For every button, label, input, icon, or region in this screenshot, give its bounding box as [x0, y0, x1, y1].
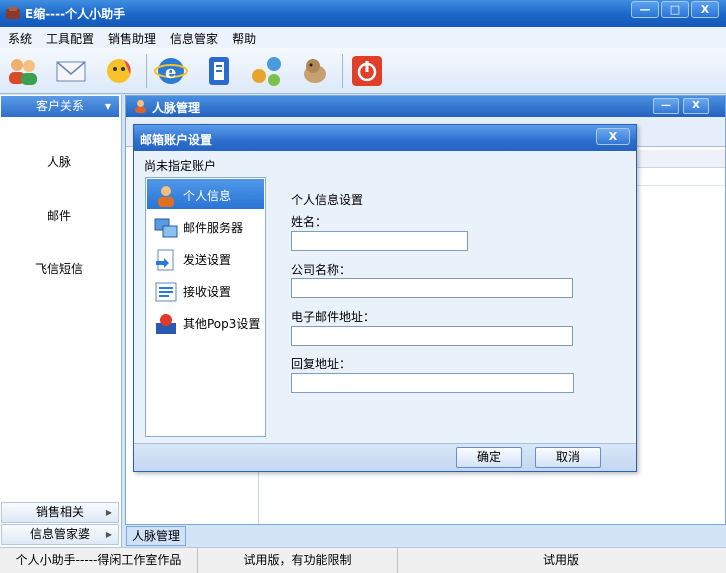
mdi-minimize-button[interactable]: — [653, 98, 679, 114]
nav-receive-settings[interactable]: 接收设置 [147, 275, 264, 305]
email-label: 电子邮件地址： [291, 310, 376, 324]
dialog-footer: 确定 取消 [134, 443, 636, 471]
dialog-titlebar: 邮箱账户设置 X [134, 125, 636, 151]
toolbar-separator [146, 54, 147, 88]
status-credit: 个人小助手-----得闲工作室作品 [0, 548, 198, 573]
email-field[interactable] [291, 326, 573, 346]
chevron-right-icon: ▶ [105, 508, 112, 517]
nav-mail-server-label: 邮件服务器 [183, 221, 244, 235]
company-field[interactable] [291, 278, 573, 298]
nav-item-fetion-sms[interactable]: 飞信短信 [0, 260, 118, 277]
chevron-down-icon: ▼ [104, 102, 111, 111]
close-button[interactable]: X [691, 1, 719, 18]
tab-contacts-management[interactable]: 人脉管理 [126, 526, 187, 546]
mail-icon[interactable] [54, 54, 88, 88]
cancel-button[interactable]: 取消 [535, 447, 601, 468]
chevron-right-icon: ▶ [105, 530, 112, 539]
nav-receive-settings-label: 接收设置 [183, 285, 232, 299]
mail-server-icon [154, 218, 178, 238]
contacts-window-title: 人脉管理 [152, 101, 201, 115]
section-info-manager-label: 信息管家婆 [29, 527, 90, 541]
maximize-button[interactable]: □ [661, 1, 689, 18]
power-icon[interactable] [350, 54, 384, 88]
user-info-icon [158, 186, 174, 207]
nav-send-settings-label: 发送设置 [183, 253, 232, 267]
name-field[interactable] [291, 231, 468, 251]
receive-settings-icon [155, 282, 177, 302]
customer-relations-label: 客户关系 [35, 99, 84, 113]
app-logo-icon [6, 7, 20, 19]
main-toolbar: e [0, 48, 726, 94]
minimize-button[interactable]: — [631, 1, 659, 18]
menu-sales-assistant[interactable]: 销售助理 [100, 27, 162, 47]
svg-text:e: e [165, 62, 176, 83]
mail-account-settings-dialog: 邮箱账户设置 X 尚未指定账户 个人信息 邮件服务器 发送设置 接收设置 其他P… [133, 124, 637, 472]
nav-other-pop3-settings-label: 其他Pop3设置 [183, 317, 261, 331]
dialog-close-button[interactable]: X [596, 128, 630, 145]
personal-info-heading: 个人信息设置 [291, 193, 364, 207]
browser-icon[interactable]: e [154, 54, 188, 88]
menu-system[interactable]: 系统 [0, 27, 38, 47]
ok-button[interactable]: 确定 [456, 447, 522, 468]
nav-personal-info[interactable]: 个人信息 [147, 179, 264, 209]
status-trial-notice: 试用版，有功能限制 [198, 548, 398, 573]
left-navigation-panel: 客户关系 ▼ 人脉 邮件 飞信短信 销售相关 ▶ 信息管家婆 ▶ [0, 95, 122, 547]
menu-help[interactable]: 帮助 [224, 27, 262, 47]
status-bar: 个人小助手-----得闲工作室作品 试用版，有功能限制 试用版 [0, 547, 726, 573]
contacts-window-titlebar: 人脉管理 — X [126, 96, 725, 117]
section-sales[interactable]: 销售相关 ▶ [1, 502, 119, 523]
chat-icon[interactable] [102, 54, 136, 88]
contact-icon [135, 100, 146, 113]
app-title: E缩----个人小助手 [25, 7, 126, 21]
nav-other-pop3-settings[interactable]: 其他Pop3设置 [147, 307, 264, 337]
dialog-title: 邮箱账户设置 [140, 133, 213, 147]
company-label: 公司名称： [291, 263, 352, 277]
pet-icon[interactable] [298, 54, 332, 88]
account-status-text: 尚未指定账户 [144, 159, 217, 173]
reply-address-label: 回复地址： [291, 357, 352, 371]
nav-mail-server[interactable]: 邮件服务器 [147, 211, 264, 241]
app-titlebar: E缩----个人小助手 — □ X [0, 0, 726, 27]
send-settings-icon [156, 249, 174, 271]
status-edition: 试用版 [542, 553, 579, 567]
menu-tools-config[interactable]: 工具配置 [38, 27, 100, 47]
reply-address-field[interactable] [291, 373, 574, 393]
nav-item-mail[interactable]: 邮件 [0, 207, 118, 224]
toolbar-separator [342, 54, 343, 88]
notes-icon[interactable] [202, 54, 236, 88]
settings-nav-list: 个人信息 邮件服务器 发送设置 接收设置 其他Pop3设置 [145, 177, 266, 437]
customer-relations-header[interactable]: 客户关系 ▼ [1, 96, 119, 117]
mdi-close-button[interactable]: X [683, 98, 709, 114]
section-info-manager[interactable]: 信息管家婆 ▶ [1, 524, 119, 545]
network-icon[interactable] [250, 54, 284, 88]
name-label: 姓名： [291, 215, 328, 229]
menu-bar: 系统 工具配置 销售助理 信息管家 帮助 [0, 27, 726, 48]
contacts-icon[interactable] [6, 54, 40, 88]
pop3-settings-icon [156, 314, 176, 334]
nav-send-settings[interactable]: 发送设置 [147, 243, 264, 273]
nav-personal-info-label: 个人信息 [183, 189, 232, 203]
nav-item-contacts[interactable]: 人脉 [0, 153, 118, 170]
menu-info-manager[interactable]: 信息管家 [162, 27, 224, 47]
section-sales-label: 销售相关 [35, 505, 84, 519]
